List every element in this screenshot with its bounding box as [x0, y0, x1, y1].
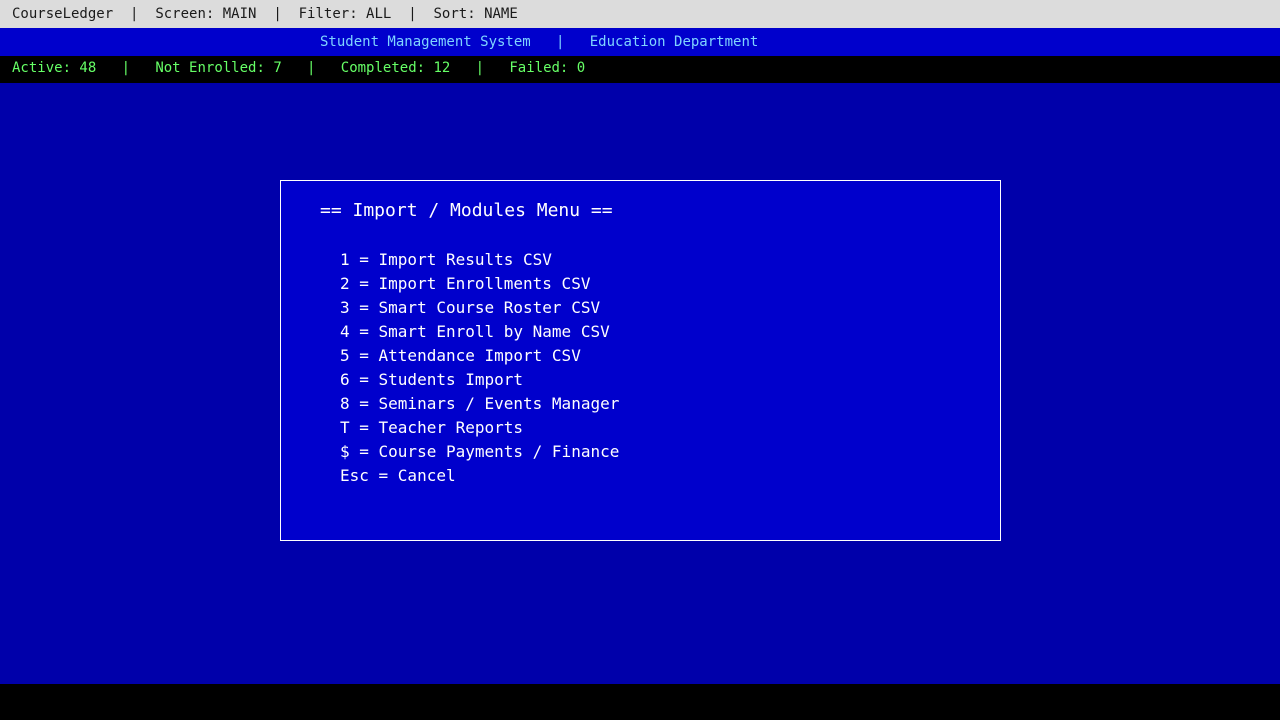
sort-indicator: Sort: NAME [433, 6, 518, 22]
status-failed: Failed: 0 [509, 60, 586, 76]
status-separator: | [450, 60, 510, 76]
screen-indicator: Screen: MAIN [155, 6, 257, 22]
app-name: CourseLedger [12, 6, 114, 22]
status-bar: Active: 48 | Not Enrolled: 7 | Completed… [0, 56, 1280, 83]
bottom-bar [0, 684, 1280, 720]
title-bar: Student Management System | Education De… [0, 28, 1280, 56]
topbar-separator: | [113, 6, 156, 22]
system-name: Student Management System [320, 34, 531, 50]
import-modules-menu: == Import / Modules Menu == 1 = Import R… [280, 180, 1001, 541]
terminal-screen: CourseLedger | Screen: MAIN | Filter: AL… [0, 0, 1280, 720]
menu-item-seminars-events[interactable]: 8 = Seminars / Events Manager [340, 392, 619, 416]
titlebar-separator: | [530, 34, 590, 50]
menu-options-list: 1 = Import Results CSV 2 = Import Enroll… [340, 248, 619, 488]
top-info-bar: CourseLedger | Screen: MAIN | Filter: AL… [0, 0, 1280, 28]
filter-indicator: Filter: ALL [298, 6, 392, 22]
menu-item-teacher-reports[interactable]: T = Teacher Reports [340, 416, 619, 440]
status-completed: Completed: 12 [340, 60, 451, 76]
status-not-enrolled: Not Enrolled: 7 [155, 60, 282, 76]
topbar-separator: | [256, 6, 299, 22]
menu-item-import-results[interactable]: 1 = Import Results CSV [340, 248, 619, 272]
department-name: Education Department [589, 34, 759, 50]
menu-item-cancel[interactable]: Esc = Cancel [340, 464, 619, 488]
menu-item-smart-enroll-by-name[interactable]: 4 = Smart Enroll by Name CSV [340, 320, 619, 344]
menu-item-attendance-import[interactable]: 5 = Attendance Import CSV [340, 344, 619, 368]
menu-item-course-payments[interactable]: $ = Course Payments / Finance [340, 440, 619, 464]
menu-item-import-enrollments[interactable]: 2 = Import Enrollments CSV [340, 272, 619, 296]
menu-item-students-import[interactable]: 6 = Students Import [340, 368, 619, 392]
status-active: Active: 48 [12, 60, 97, 76]
topbar-separator: | [391, 6, 434, 22]
status-separator: | [96, 60, 156, 76]
menu-item-smart-course-roster[interactable]: 3 = Smart Course Roster CSV [340, 296, 619, 320]
status-separator: | [281, 60, 341, 76]
menu-title: == Import / Modules Menu == [320, 200, 613, 221]
